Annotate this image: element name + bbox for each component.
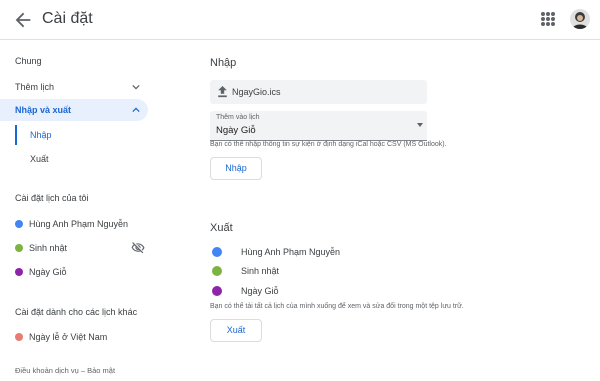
calendar-select[interactable]: Thêm vào lịch Ngày Giỗ	[210, 111, 427, 141]
export-button[interactable]: Xuất	[210, 319, 262, 342]
avatar[interactable]	[570, 9, 590, 29]
upload-icon	[218, 86, 227, 98]
page-title: Cài đặt	[42, 10, 93, 27]
top-bar: Cài đặt	[0, 0, 600, 40]
calendar-color-dot	[15, 268, 23, 276]
sidebar-item-add-calendar[interactable]: Thêm lịch	[0, 76, 148, 98]
calendar-label: Ngày Giỗ	[29, 267, 67, 277]
arrow-back-icon[interactable]	[12, 9, 34, 31]
dropdown-arrow-icon	[417, 123, 423, 127]
sidebar-subitem-export[interactable]: Xuất	[15, 149, 148, 169]
sidebar-subitem-import[interactable]: Nhập	[15, 125, 148, 145]
file-picker[interactable]: NgayGio.ics	[210, 80, 427, 104]
calendar-label: Hùng Anh Phạm Nguyễn	[241, 247, 341, 257]
sidebar-calendar-item[interactable]: Hùng Anh Phạm Nguyễn	[15, 217, 155, 231]
calendar-color-dot	[212, 286, 222, 296]
import-heading: Nhập	[210, 57, 237, 69]
sidebar-item-label: Thêm lịch	[15, 82, 55, 92]
other-calendars-heading: Cài đặt dành cho các lịch khác	[15, 307, 138, 317]
calendar-label: Hùng Anh Phạm Nguyễn	[29, 219, 129, 229]
file-name: NgayGio.ics	[232, 87, 281, 97]
sidebar: Chung Thêm lịch Nhập và xuất Nhập Xuất C…	[0, 40, 160, 381]
import-help-text: Bạn có thể nhập thông tin sự kiện ở định…	[210, 141, 447, 148]
sidebar-item-label: Nhập và xuất	[15, 105, 72, 115]
calendar-label: Sinh nhật	[241, 266, 280, 276]
chevron-up-icon	[132, 107, 140, 113]
my-calendars-heading: Cài đặt lịch của tôi	[15, 193, 89, 203]
sidebar-item-general[interactable]: Chung	[0, 50, 148, 72]
select-label: Thêm vào lịch	[216, 114, 260, 121]
sidebar-calendar-item[interactable]: Sinh nhật	[15, 241, 155, 255]
chevron-down-icon	[132, 84, 140, 90]
export-help-text: Bạn có thể tải tất cả lịch của mình xuốn…	[210, 303, 464, 310]
calendar-color-dot	[15, 244, 23, 252]
apps-grid-icon[interactable]	[541, 12, 555, 26]
export-calendar-item: Ngày Giỗ	[210, 284, 410, 298]
select-value: Ngày Giỗ	[216, 125, 256, 136]
calendar-label: Ngày lễ ở Việt Nam	[29, 332, 108, 342]
calendar-color-dot	[15, 220, 23, 228]
sidebar-item-import-export[interactable]: Nhập và xuất	[0, 99, 148, 121]
footer-links[interactable]: Điều khoản dịch vụ – Bảo mật	[15, 366, 115, 375]
visibility-off-icon[interactable]	[131, 241, 145, 255]
sidebar-item-label: Chung	[15, 56, 42, 66]
import-button[interactable]: Nhập	[210, 157, 262, 180]
sidebar-subitem-label: Xuất	[30, 154, 49, 164]
calendar-color-dot	[212, 266, 222, 276]
export-heading: Xuất	[210, 222, 233, 234]
main-content: Nhập NgayGio.ics Thêm vào lịch Ngày Giỗ …	[160, 40, 600, 381]
sidebar-subitem-label: Nhập	[30, 130, 52, 140]
calendar-color-dot	[212, 247, 222, 257]
calendar-label: Ngày Giỗ	[241, 286, 279, 296]
sidebar-calendar-item[interactable]: Ngày lễ ở Việt Nam	[15, 330, 155, 344]
calendar-color-dot	[15, 333, 23, 341]
export-calendar-item: Sinh nhật	[210, 264, 410, 278]
calendar-label: Sinh nhật	[29, 243, 68, 253]
export-calendar-item: Hùng Anh Phạm Nguyễn	[210, 245, 410, 259]
sidebar-calendar-item[interactable]: Ngày Giỗ	[15, 265, 155, 279]
